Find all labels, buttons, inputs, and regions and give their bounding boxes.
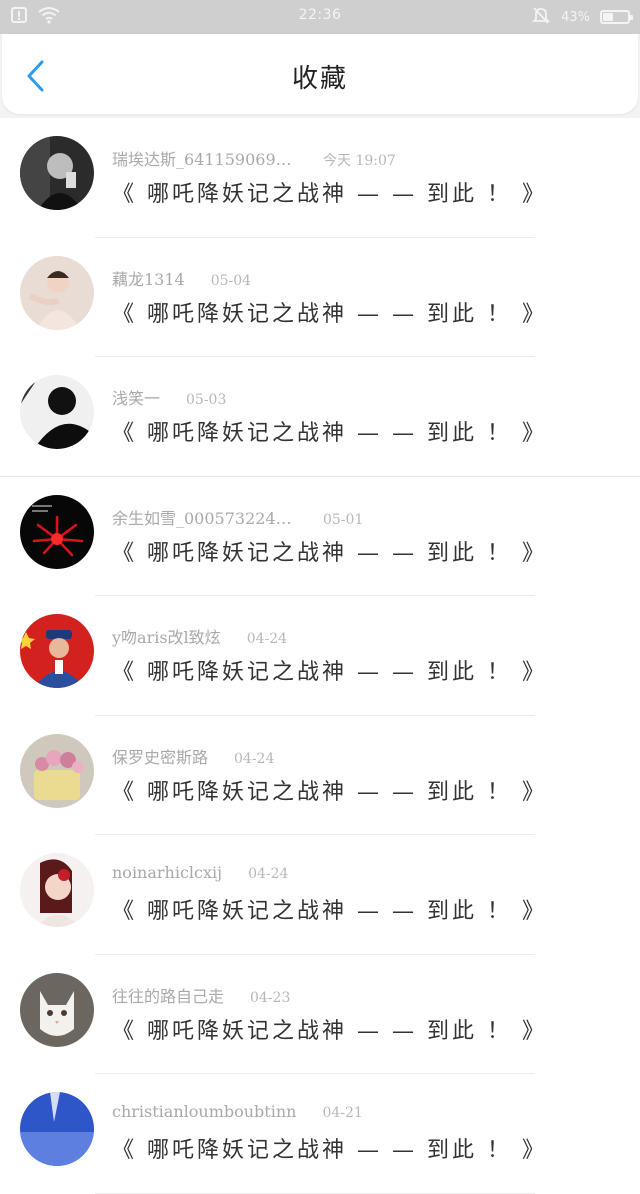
item-date: 05-01 bbox=[323, 511, 364, 528]
item-date: 05-03 bbox=[186, 392, 227, 408]
item-title[interactable]: 《 哪吒降妖记之战神 — — 到此 ！ 》 bbox=[112, 1132, 547, 1164]
item-title[interactable]: 《 哪吒降妖记之战神 — — 到此 ！ 》 bbox=[112, 893, 547, 925]
item-title[interactable]: 《 哪吒降妖记之战神 — — 到此 ！ 》 bbox=[112, 1013, 547, 1045]
avatar[interactable] bbox=[20, 733, 94, 808]
item-meta: 藕龙1314 05-04 bbox=[112, 266, 252, 290]
item-date: 04-23 bbox=[250, 989, 291, 1006]
battery-icon bbox=[600, 10, 633, 24]
item-meta: 余生如雪_0005732247 ... 05-01 bbox=[112, 505, 364, 529]
username[interactable]: christianloumboubtinn bbox=[112, 1102, 296, 1121]
avatar-image bbox=[20, 136, 94, 210]
favorites-list: 瑞埃达斯_6411590698 ... 今天 19:07 《 哪吒降妖记之战神 — … bbox=[0, 118, 640, 1194]
item-date: 05-04 bbox=[210, 272, 252, 289]
avatar[interactable] bbox=[20, 255, 94, 330]
list-item[interactable]: 藕龙1314 05-04 《 哪吒降妖记之战神 — — 到此 ！ 》 bbox=[0, 237, 640, 357]
status-right: 43% bbox=[531, 5, 633, 29]
username[interactable]: noinarhiclcxij bbox=[112, 863, 222, 882]
bell-muted-icon bbox=[531, 5, 551, 29]
avatar-image bbox=[20, 1092, 94, 1166]
list-item[interactable]: 瑞埃达斯_6411590698 ... 今天 19:07 《 哪吒降妖记之战神 — … bbox=[0, 118, 640, 238]
avatar[interactable] bbox=[20, 375, 94, 449]
battery-fill bbox=[603, 13, 614, 21]
item-date: 04-21 bbox=[322, 1105, 363, 1121]
avatar[interactable] bbox=[20, 972, 94, 1047]
avatar-image bbox=[20, 853, 94, 927]
item-meta: noinarhiclcxij 04-24 bbox=[112, 863, 288, 885]
avatar-image bbox=[20, 255, 94, 330]
list-item[interactable]: 保罗史密斯路 04-24 《 哪吒降妖记之战神 — — 到此 ！ 》 bbox=[0, 715, 640, 835]
battery-percent: 43% bbox=[561, 9, 590, 25]
username[interactable]: 浅笑一 bbox=[112, 385, 160, 409]
avatar-image bbox=[20, 733, 94, 808]
item-meta: y吻aris改l致炫 04-24 bbox=[112, 624, 288, 648]
avatar[interactable] bbox=[20, 494, 94, 569]
item-date: 04-24 bbox=[246, 631, 288, 647]
status-bar: 22:36 43% bbox=[0, 0, 640, 34]
item-title[interactable]: 《 哪吒降妖记之战神 — — 到此 ！ 》 bbox=[112, 415, 547, 447]
header: 收藏 bbox=[2, 34, 638, 114]
list-item[interactable]: noinarhiclcxij 04-24 《 哪吒降妖记之战神 — — 到此 ！ 》 bbox=[0, 835, 640, 955]
item-meta: 瑞埃达斯_6411590698 ... 今天 19:07 bbox=[112, 146, 396, 170]
page-title: 收藏 bbox=[291, 64, 348, 94]
item-title[interactable]: 《 哪吒降妖记之战神 — — 到此 ！ 》 bbox=[112, 535, 547, 567]
avatar[interactable] bbox=[20, 614, 94, 688]
item-title[interactable]: 《 哪吒降妖记之战神 — — 到此 ！ 》 bbox=[112, 176, 547, 208]
item-meta: christianloumboubtinn 04-21 bbox=[112, 1102, 363, 1124]
avatar-image bbox=[20, 494, 94, 569]
divider bbox=[95, 1192, 535, 1194]
item-date: 今天 19:07 bbox=[323, 153, 396, 169]
item-title[interactable]: 《 哪吒降妖记之战神 — — 到此 ！ 》 bbox=[112, 654, 547, 686]
username[interactable]: 保罗史密斯路 bbox=[112, 744, 208, 768]
item-meta: 往往的路自己走 04-23 bbox=[112, 983, 291, 1007]
username[interactable]: 往往的路自己走 bbox=[112, 983, 224, 1007]
avatar-image bbox=[20, 375, 94, 449]
list-item[interactable]: christianloumboubtinn 04-21 《 哪吒降妖记之战神 — —… bbox=[0, 1074, 640, 1194]
item-title[interactable]: 《 哪吒降妖记之战神 — — 到此 ！ 》 bbox=[112, 296, 547, 328]
avatar-image bbox=[20, 972, 94, 1047]
item-meta: 浅笑一 05-03 bbox=[112, 385, 227, 409]
avatar-image bbox=[20, 614, 94, 688]
item-date: 04-24 bbox=[248, 866, 289, 882]
item-title[interactable]: 《 哪吒降妖记之战神 — — 到此 ！ 》 bbox=[112, 774, 547, 806]
avatar[interactable] bbox=[20, 1092, 94, 1166]
list-item[interactable]: 浅笑一 05-03 《 哪吒降妖记之战神 — — 到此 ！ 》 bbox=[0, 357, 640, 477]
username[interactable]: y吻aris改l致炫 bbox=[112, 624, 221, 648]
username[interactable]: 瑞埃达斯_6411590698 ... bbox=[112, 146, 297, 170]
item-date: 04-24 bbox=[234, 750, 275, 767]
list-item[interactable]: 余生如雪_0005732247 ... 05-01 《 哪吒降妖记之战神 — — 到… bbox=[0, 476, 640, 596]
username[interactable]: 藕龙1314 bbox=[112, 266, 185, 290]
item-meta: 保罗史密斯路 04-24 bbox=[112, 744, 275, 768]
username[interactable]: 余生如雪_0005732247 ... bbox=[112, 505, 297, 529]
list-item[interactable]: 往往的路自己走 04-23 《 哪吒降妖记之战神 — — 到此 ！ 》 bbox=[0, 954, 640, 1074]
list-item[interactable]: y吻aris改l致炫 04-24 《 哪吒降妖记之战神 — — 到此 ！ 》 bbox=[0, 596, 640, 716]
avatar[interactable] bbox=[20, 136, 94, 210]
avatar[interactable] bbox=[20, 853, 94, 927]
